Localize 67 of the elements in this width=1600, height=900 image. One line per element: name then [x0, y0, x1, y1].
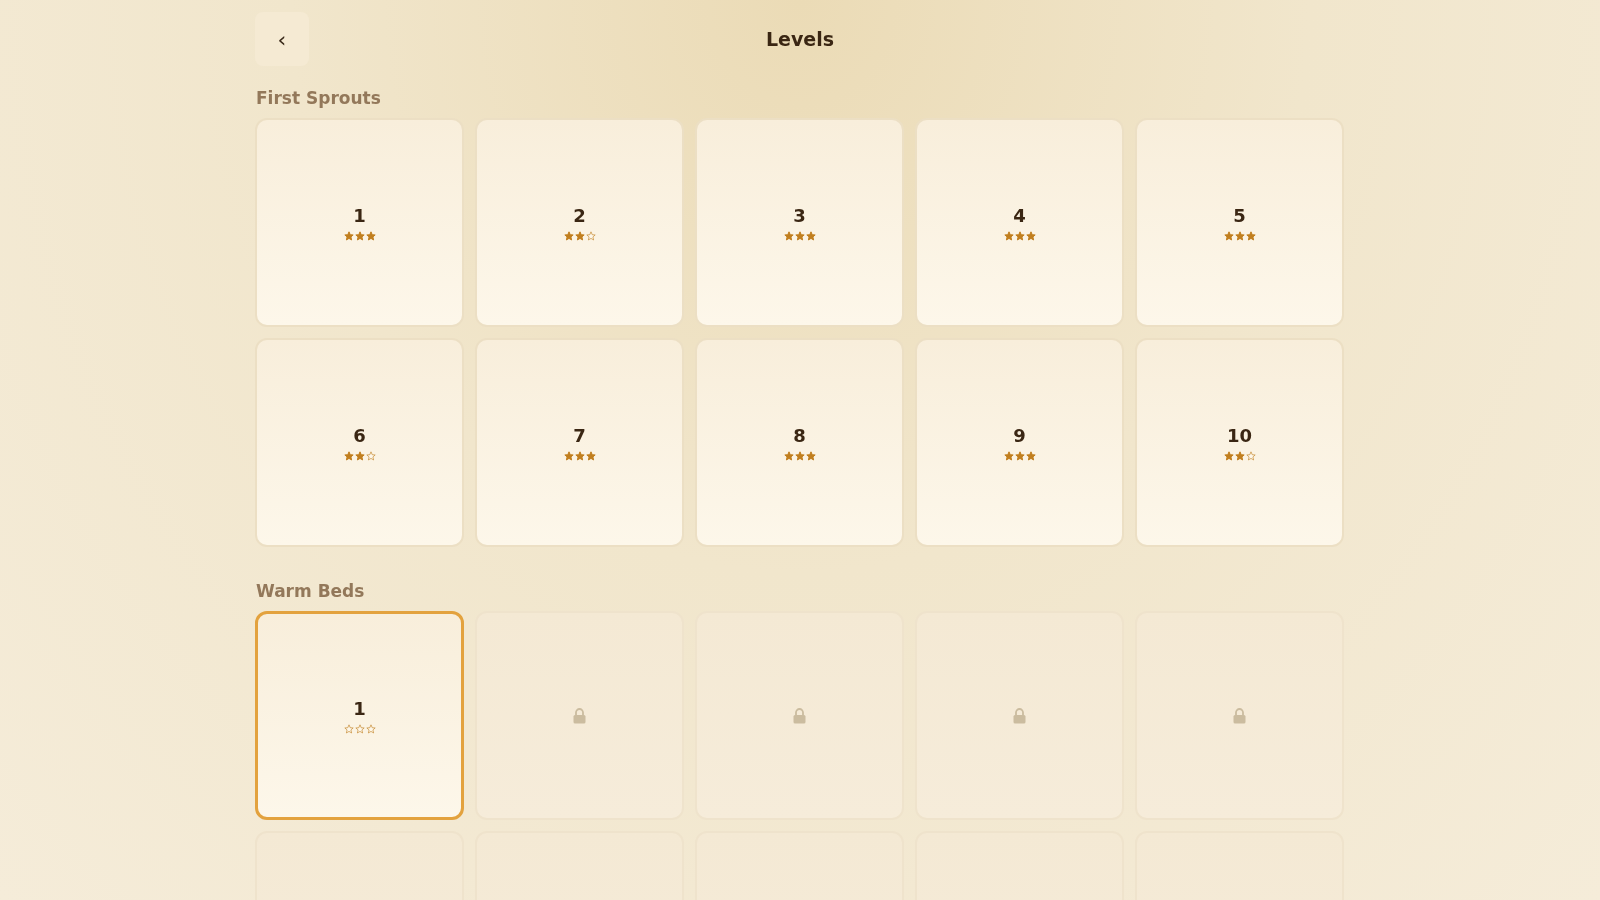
- star-icon: [794, 230, 805, 241]
- star-icon: [794, 450, 805, 461]
- level-card[interactable]: 7: [475, 338, 684, 547]
- star-outline-icon: [354, 723, 365, 734]
- star-icon: [783, 230, 794, 241]
- lock-icon: [1233, 707, 1246, 724]
- star-icon: [574, 450, 585, 461]
- level-number: 6: [353, 424, 366, 447]
- star-icon: [805, 230, 816, 241]
- star-icon: [343, 230, 354, 241]
- star-icon: [563, 230, 574, 241]
- star-outline-icon: [585, 230, 596, 241]
- level-number: 3: [793, 204, 806, 227]
- page-title: Levels: [764, 28, 836, 50]
- star-icon: [354, 230, 365, 241]
- level-number: 8: [793, 424, 806, 447]
- locked-level-card[interactable]: [475, 611, 684, 820]
- star-icon: [1223, 230, 1234, 241]
- star-icon: [365, 230, 376, 241]
- star-icon: [563, 450, 574, 461]
- level-card[interactable]: 1: [255, 118, 464, 327]
- level-number: 9: [1013, 424, 1026, 447]
- level-number: 7: [573, 424, 586, 447]
- lock-icon: [793, 707, 806, 724]
- level-number: 4: [1013, 204, 1026, 227]
- level-card[interactable]: 10: [1135, 338, 1344, 547]
- lock-icon: [573, 707, 586, 724]
- star-icon: [1234, 450, 1245, 461]
- star-icon: [1025, 230, 1036, 241]
- back-button[interactable]: ‹: [255, 12, 309, 66]
- level-card[interactable]: 4: [915, 118, 1124, 327]
- level-card[interactable]: 1: [255, 611, 464, 820]
- star-icon: [805, 450, 816, 461]
- star-icon: [1025, 450, 1036, 461]
- level-number: 1: [353, 204, 366, 227]
- star-outline-icon: [1245, 450, 1256, 461]
- locked-level-card[interactable]: [695, 611, 904, 820]
- star-icon: [343, 450, 354, 461]
- star-icon: [1234, 230, 1245, 241]
- level-number: 2: [573, 204, 586, 227]
- section-title: Warm Beds: [255, 580, 366, 603]
- star-icon: [1014, 450, 1025, 461]
- level-card[interactable]: 2: [475, 118, 684, 327]
- level-number: 5: [1233, 204, 1246, 227]
- level-number: 10: [1226, 424, 1253, 447]
- star-outline-icon: [343, 723, 354, 734]
- level-number: 1: [353, 697, 366, 720]
- star-icon: [1003, 450, 1014, 461]
- star-icon: [354, 450, 365, 461]
- star-icon: [783, 450, 794, 461]
- star-outline-icon: [365, 723, 376, 734]
- star-icon: [1003, 230, 1014, 241]
- star-icon: [574, 230, 585, 241]
- level-card[interactable]: 9: [915, 338, 1124, 547]
- star-icon: [585, 450, 596, 461]
- level-card[interactable]: 5: [1135, 118, 1344, 327]
- star-outline-icon: [365, 450, 376, 461]
- level-card[interactable]: 3: [695, 118, 904, 327]
- section-title: First Sprouts: [255, 87, 382, 110]
- star-icon: [1245, 230, 1256, 241]
- star-icon: [1014, 230, 1025, 241]
- locked-level-card[interactable]: [1135, 611, 1344, 820]
- level-card[interactable]: 6: [255, 338, 464, 547]
- star-icon: [1223, 450, 1234, 461]
- lock-icon: [1013, 707, 1026, 724]
- locked-level-card[interactable]: [915, 611, 1124, 820]
- level-card[interactable]: 8: [695, 338, 904, 547]
